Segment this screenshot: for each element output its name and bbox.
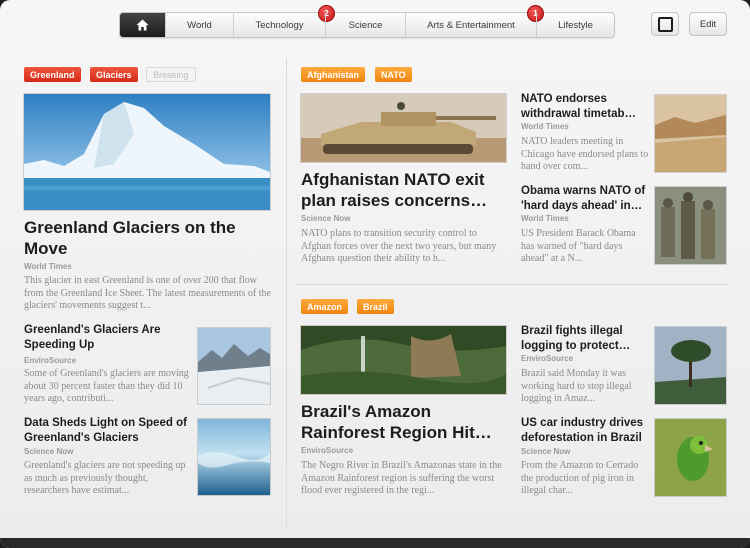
parrot-thumbnail[interactable] — [655, 419, 726, 496]
tab-science[interactable]: Science — [325, 13, 405, 37]
tab-label: World — [187, 19, 212, 31]
article-summary: US President Barack Obama has warned of … — [521, 228, 636, 264]
article-source: World Times — [24, 262, 72, 271]
tab-label: Technology — [255, 19, 304, 31]
tank-image[interactable] — [301, 94, 506, 162]
article-source: Science Now — [24, 447, 74, 456]
article-summary: The Negro River in Brazil's Amazonas sta… — [301, 460, 502, 496]
article-source: World Times — [521, 122, 569, 131]
tab-label: Lifestyle — [558, 19, 593, 31]
article-source: EnviroSource — [24, 356, 77, 365]
topic-tag-amazon[interactable]: Amazon — [301, 299, 349, 314]
article-source: EnviroSource — [301, 446, 354, 455]
article-headline[interactable]: US car industry drives deforestation in … — [521, 416, 649, 445]
ocean-thumbnail[interactable] — [198, 419, 270, 495]
article-summary: NATO plans to transition security contro… — [301, 228, 497, 264]
article-summary: From the Amazon to Cerrado the productio… — [521, 460, 639, 496]
article-summary: This glacier in east Greenland is one of… — [24, 275, 271, 311]
main-headline[interactable]: Greenland Glaciers on the Move — [24, 217, 274, 259]
tab-world[interactable]: World — [165, 13, 233, 37]
article-source: Science Now — [521, 447, 571, 456]
article-source: EnviroSource — [521, 354, 574, 363]
tab-label: Arts & Entertainment — [427, 19, 515, 31]
home-icon — [136, 19, 149, 31]
tab-home[interactable] — [120, 13, 165, 37]
app-page: World Technology 2 Science Arts & Entert… — [0, 0, 750, 548]
topic-tag-afghanistan[interactable]: Afghanistan — [301, 67, 366, 82]
topic-tag-nato[interactable]: NATO — [375, 67, 412, 82]
article-summary: Brazil said Monday it was working hard t… — [521, 368, 632, 404]
article-headline[interactable]: Greenland's Glaciers Are Speeding Up — [24, 323, 194, 352]
article-headline[interactable]: Data Sheds Light on Speed of Greenland's… — [24, 416, 194, 445]
topic-tag-glaciers[interactable]: Glaciers — [90, 67, 138, 82]
topic-tag-breaking[interactable]: Breaking — [146, 67, 196, 82]
main-headline[interactable]: Brazil's Amazon Rainforest Region Hit… — [301, 401, 511, 443]
article-source: Science Now — [301, 214, 351, 223]
top-bar: World Technology 2 Science Arts & Entert… — [0, 0, 750, 50]
topic-tag-brazil[interactable]: Brazil — [357, 299, 394, 314]
category-tabs: World Technology 2 Science Arts & Entert… — [119, 5, 615, 38]
layout-toggle-button[interactable] — [651, 12, 679, 36]
article-source: World Times — [521, 214, 569, 223]
article-headline[interactable]: Brazil fights illegal logging to protect… — [521, 324, 649, 353]
article-headline[interactable]: Obama warns NATO of 'hard days ahead' in… — [521, 184, 649, 213]
soldiers-thumbnail[interactable] — [655, 187, 726, 264]
tab-technology[interactable]: Technology 2 — [233, 5, 335, 37]
edit-button[interactable]: Edit — [689, 12, 727, 36]
rainforest-image[interactable] — [301, 326, 506, 394]
square-icon — [657, 16, 673, 32]
article-summary: NATO leaders meeting in Chicago have end… — [521, 136, 649, 172]
main-headline[interactable]: Afghanistan NATO exit plan raises concer… — [301, 169, 511, 211]
article-headline[interactable]: NATO endorses withdrawal timetab… — [521, 92, 649, 121]
glacier-thumbnail[interactable] — [198, 328, 270, 404]
tab-label: Science — [348, 19, 383, 31]
article-summary: Some of Greenland's glaciers are moving … — [24, 368, 189, 404]
topic-tag-greenland[interactable]: Greenland — [24, 67, 81, 82]
greenland-glacier-image[interactable] — [24, 94, 270, 210]
desert-thumbnail[interactable] — [655, 95, 726, 172]
column-divider — [286, 58, 287, 528]
section-divider — [296, 284, 728, 285]
article-summary: Greenland's glaciers are not speeding up… — [24, 460, 186, 496]
tab-arts-entertainment[interactable]: Arts & Entertainment 1 — [405, 5, 544, 37]
tab-lifestyle[interactable]: Lifestyle — [536, 13, 614, 37]
tree-thumbnail[interactable] — [655, 327, 726, 404]
